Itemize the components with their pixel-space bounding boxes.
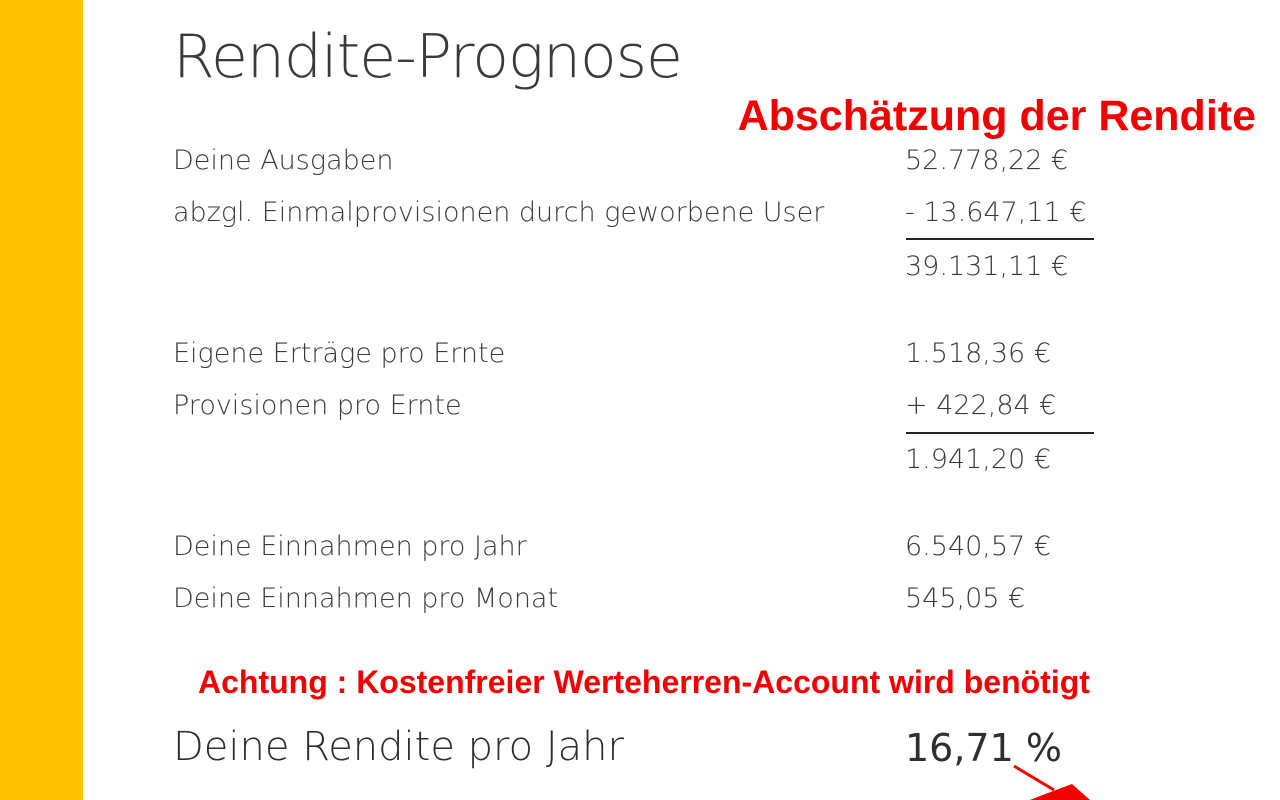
subtotal-rule-1 — [906, 238, 1094, 240]
subtotal-rule-2 — [906, 432, 1094, 434]
subtotal-1-value: 39.131,11 € — [905, 251, 1069, 282]
ertraege-value: 1.518,36 € — [905, 338, 1051, 369]
page-title: Rendite-Prognose — [173, 22, 683, 92]
ausgaben-value: 52.778,22 € — [905, 145, 1069, 176]
provisionen-label: Provisionen pro Ernte — [173, 390, 462, 421]
subtotal-2-value: 1.941,20 € — [905, 444, 1051, 475]
provision-value: - 13.647,11 € — [905, 197, 1087, 228]
ertraege-label: Eigene Erträge pro Ernte — [173, 338, 506, 369]
annotation-heading: Abschätzung der Rendite — [737, 92, 1256, 140]
yellow-side-bar — [0, 0, 83, 800]
annotation-warning: Achtung : Kostenfreier Werteherren-Accou… — [198, 664, 1090, 700]
einnahmen-jahr-label: Deine Einnahmen pro Jahr — [173, 531, 527, 562]
ausgaben-label: Deine Ausgaben — [173, 145, 394, 176]
provision-label: abzgl. Einmalprovisionen durch geworbene… — [173, 197, 825, 228]
einnahmen-jahr-value: 6.540,57 € — [905, 531, 1051, 562]
red-arrow-icon — [1013, 764, 1090, 800]
einnahmen-monat-label: Deine Einnahmen pro Monat — [173, 583, 559, 614]
provisionen-value: + 422,84 € — [905, 390, 1057, 421]
einnahmen-monat-value: 545,05 € — [905, 583, 1026, 614]
rendite-label: Deine Rendite pro Jahr — [173, 724, 624, 770]
